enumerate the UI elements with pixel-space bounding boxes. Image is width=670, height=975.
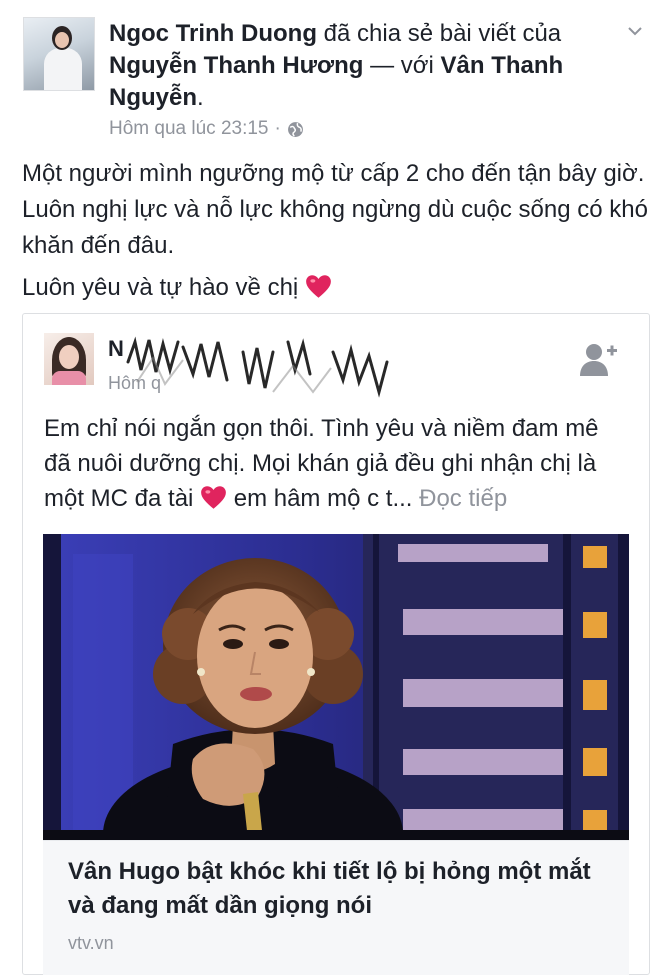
meta-separator: · <box>274 118 281 139</box>
shared-post-card[interactable]: N Hôm q Em chỉ nói ngắn gọn thôi. Tình y… <box>22 313 650 975</box>
shared-phrase: đã chia sẻ bài viết của <box>323 20 562 47</box>
see-more-link[interactable]: Đọc tiếp <box>419 485 507 512</box>
shared-author-avatar[interactable] <box>44 333 94 385</box>
post-body-paragraph-2: Luôn yêu và tự hào về chị <box>22 270 652 306</box>
post-meta: Hôm qua lúc 23:15 · <box>109 118 304 140</box>
original-author-link[interactable]: Nguyễn Thanh Hương <box>109 52 363 79</box>
heart-emoji-icon <box>306 275 331 298</box>
author-name-link[interactable]: Ngoc Trinh Duong <box>109 20 317 47</box>
add-friend-icon[interactable] <box>578 342 618 378</box>
post-timestamp[interactable]: Hôm qua lúc 23:15 <box>109 118 269 140</box>
with-phrase: — với <box>370 52 434 79</box>
shared-author-name[interactable]: N <box>108 336 124 362</box>
header-period: . <box>197 84 204 111</box>
link-domain: vtv.vn <box>68 933 114 953</box>
post-body: Một người mình ngưỡng mộ từ cấp 2 cho đế… <box>22 156 652 306</box>
post-author-avatar[interactable] <box>23 17 95 91</box>
globe-icon[interactable] <box>287 121 304 138</box>
chevron-down-icon[interactable] <box>628 24 642 38</box>
shared-post-text: Em chỉ nói ngắn gọn thôi. Tình yêu và ni… <box>44 411 629 516</box>
link-preview-image[interactable] <box>43 534 629 840</box>
privacy-scribble <box>126 336 389 398</box>
link-preview-caption[interactable]: Vân Hugo bật khóc khi tiết lộ bị hỏng mộ… <box>43 840 629 975</box>
heart-emoji-icon <box>201 486 226 509</box>
post-header: Ngoc Trinh Duong đã chia sẻ bài viết của… <box>109 18 609 114</box>
shared-text-tail: em hâm mộ c t... <box>227 485 413 512</box>
post-body-paragraph: Một người mình ngưỡng mộ từ cấp 2 cho đế… <box>22 160 648 259</box>
link-title[interactable]: Vân Hugo bật khóc khi tiết lộ bị hỏng mộ… <box>68 855 608 923</box>
